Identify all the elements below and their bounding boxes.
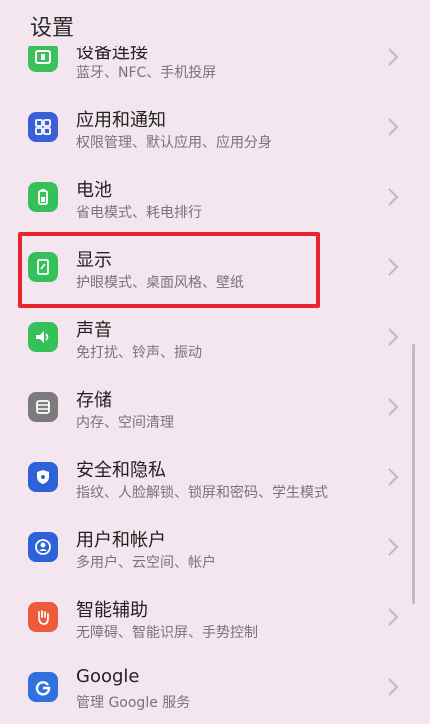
- google-icon: [28, 672, 58, 702]
- item-subtitle: 多用户、云空间、帐户: [76, 555, 216, 571]
- storage-icon: [28, 392, 58, 422]
- item-label: 电池: [76, 180, 112, 201]
- chevron-right-icon: [388, 188, 399, 206]
- item-subtitle: 权限管理、默认应用、应用分身: [76, 135, 272, 151]
- settings-item-google[interactable]: Google 管理 Google 服务: [0, 654, 430, 724]
- item-subtitle: 省电模式、耗电排行: [76, 205, 202, 221]
- item-subtitle: 免打扰、铃声、振动: [76, 345, 202, 361]
- battery-icon: [28, 182, 58, 212]
- item-subtitle: 指纹、人脸解锁、锁屏和密码、学生模式: [76, 485, 328, 501]
- item-label: Google: [76, 666, 140, 687]
- hand-icon: [28, 602, 58, 632]
- chevron-right-icon: [388, 328, 399, 346]
- chevron-right-icon: [388, 118, 399, 136]
- chevron-right-icon: [388, 468, 399, 486]
- device-connection-icon: [28, 42, 58, 72]
- speaker-icon: [28, 322, 58, 352]
- settings-item-battery[interactable]: 电池 省电模式、耗电排行: [0, 164, 430, 234]
- settings-item-users-accounts[interactable]: 用户和帐户 多用户、云空间、帐户: [0, 514, 430, 584]
- chevron-right-icon: [388, 678, 399, 696]
- shield-icon: [28, 462, 58, 492]
- chevron-right-icon: [388, 538, 399, 556]
- user-icon: [28, 532, 58, 562]
- settings-item-sound[interactable]: 声音 免打扰、铃声、振动: [0, 304, 430, 374]
- scrollbar[interactable]: [412, 344, 415, 604]
- item-subtitle: 无障碍、智能识屏、手势控制: [76, 625, 258, 641]
- item-label: 智能辅助: [76, 600, 148, 621]
- item-subtitle: 蓝牙、NFC、手机投屏: [76, 65, 217, 81]
- chevron-right-icon: [388, 608, 399, 626]
- settings-item-smart-assist[interactable]: 智能辅助 无障碍、智能识屏、手势控制: [0, 584, 430, 654]
- settings-item-apps[interactable]: 应用和通知 权限管理、默认应用、应用分身: [0, 94, 430, 164]
- item-label: 存储: [76, 390, 112, 411]
- apps-grid-icon: [28, 112, 58, 142]
- item-subtitle: 管理 Google 服务: [76, 695, 191, 711]
- item-label: 声音: [76, 320, 112, 341]
- chevron-right-icon: [388, 258, 399, 276]
- header: 设置: [0, 0, 430, 46]
- settings-item-security[interactable]: 安全和隐私 指纹、人脸解锁、锁屏和密码、学生模式: [0, 444, 430, 514]
- highlight-box: [18, 232, 320, 308]
- chevron-right-icon: [388, 48, 399, 66]
- item-label: 安全和隐私: [76, 460, 166, 481]
- settings-item-storage[interactable]: 存储 内存、空间清理: [0, 374, 430, 444]
- item-subtitle: 内存、空间清理: [76, 415, 174, 431]
- chevron-right-icon: [388, 398, 399, 416]
- page-title: 设置: [30, 16, 75, 41]
- item-label: 用户和帐户: [76, 530, 166, 551]
- item-label: 应用和通知: [76, 110, 166, 131]
